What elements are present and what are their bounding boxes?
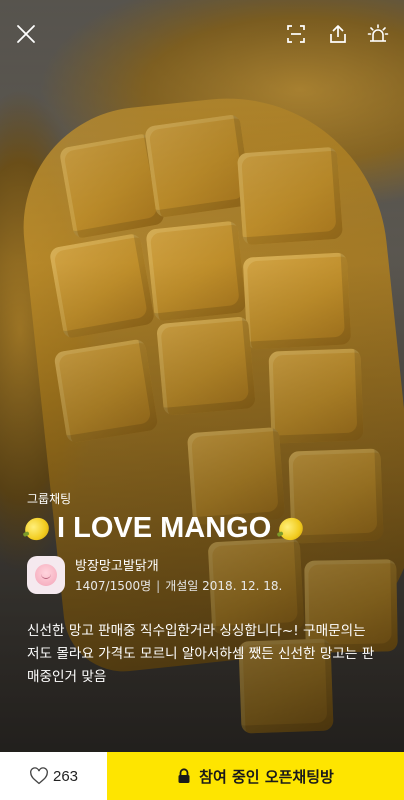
lemon-icon [21, 513, 53, 544]
close-button[interactable] [12, 20, 40, 48]
lemon-icon [275, 513, 307, 544]
room-description: 신선한 망고 판매중 직수입한거라 싱싱합니다~! 구매문의는 저도 몰라요 가… [27, 623, 375, 685]
report-button[interactable] [364, 20, 392, 48]
join-label: 참여 중인 오픈채팅방 [199, 767, 334, 786]
fullscreen-button[interactable] [282, 20, 310, 48]
like-button[interactable]: 263 [0, 752, 107, 800]
owner-info[interactable]: 방장망고발닭개 1407/1500명 | 개설일 2018. 12. 18. [27, 555, 282, 594]
lock-icon [178, 768, 190, 783]
room-type-label: 그룹채팅 [27, 492, 72, 506]
share-icon [330, 25, 346, 43]
join-chat-button[interactable]: 참여 중인 오픈채팅방 [107, 752, 404, 800]
room-title-text: I LOVE MANGO [57, 512, 272, 544]
close-icon [17, 25, 35, 43]
like-count: 263 [52, 767, 79, 785]
heart-icon [30, 767, 48, 785]
avatar[interactable] [27, 555, 65, 594]
share-button[interactable] [324, 20, 352, 48]
siren-icon [367, 24, 389, 42]
room-meta: 1407/1500명 | 개설일 2018. 12. 18. [75, 579, 283, 593]
bottom-bar: 263 참여 중인 오픈채팅방 [0, 752, 404, 800]
opened-date: 개설일 2018. 12. 18. [165, 579, 283, 593]
room-title: I LOVE MANGO [21, 512, 307, 545]
owner-name: 방장망고발닭개 [75, 559, 159, 574]
fullscreen-icon [287, 25, 305, 43]
member-count: 1407/1500명 [75, 579, 152, 593]
